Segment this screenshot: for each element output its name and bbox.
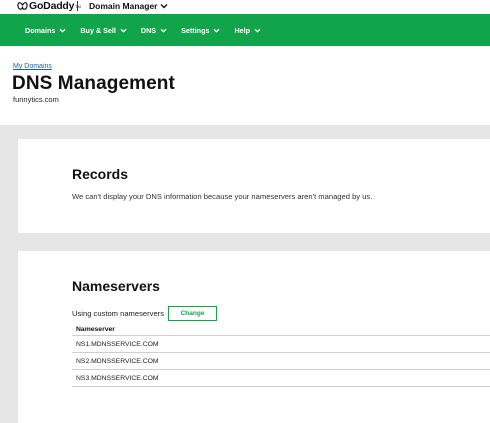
- nav-item-buy-sell[interactable]: Buy & Sell: [80, 26, 127, 35]
- nav-item-label: DNS: [140, 25, 157, 35]
- chevron-down-icon: [254, 28, 261, 33]
- nameserver-status-text: Using custom nameservers: [72, 308, 165, 318]
- chevron-down-icon: [59, 28, 66, 33]
- nameserver-table: Nameserver NS1.MDNSSERVICE.COM NS2.MDNSS…: [72, 323, 490, 387]
- nav-item-label: Buy & Sell: [80, 25, 116, 35]
- nav-item-dns[interactable]: DNS: [141, 26, 167, 35]
- nav-item-label: Help: [234, 25, 251, 35]
- chevron-down-icon: [160, 4, 167, 9]
- records-card: Records We can't display your DNS inform…: [18, 139, 490, 233]
- breadcrumb-my-domains[interactable]: My Domains: [13, 63, 52, 70]
- chevron-down-icon: [214, 28, 220, 33]
- godaddy-logo-icon: [17, 1, 28, 10]
- product-menu-label: Domain Manager: [89, 1, 158, 11]
- change-nameservers-button[interactable]: Change: [168, 305, 218, 321]
- domain-name: funnytics.com: [13, 95, 59, 104]
- chevron-down-icon: [160, 28, 167, 33]
- top-header: GoDaddy TM Domain Manager: [0, 0, 490, 14]
- godaddy-logo[interactable]: GoDaddy TM: [17, 0, 81, 13]
- table-row: NS2.MDNSSERVICE.COM: [72, 353, 490, 370]
- page-title: DNS Management: [12, 73, 175, 94]
- main-nav: Domains Buy & Sell DNS Settings Help: [0, 14, 490, 46]
- nav-item-help[interactable]: Help: [234, 26, 261, 35]
- header-divider: [77, 1, 78, 11]
- table-row: NS1.MDNSSERVICE.COM: [72, 336, 490, 353]
- table-row: NS3.MDNSSERVICE.COM: [72, 370, 490, 387]
- chevron-down-icon: [120, 28, 127, 33]
- nameservers-card: Nameservers Using custom nameservers Cha…: [18, 251, 490, 423]
- logo-text: GoDaddy: [29, 0, 75, 12]
- product-menu[interactable]: Domain Manager: [89, 0, 168, 12]
- nav-item-settings[interactable]: Settings: [181, 26, 220, 35]
- nameserver-status: Using custom nameservers Change: [72, 305, 218, 321]
- records-title: Records: [72, 166, 129, 182]
- nameserver-column-header: Nameserver: [72, 323, 490, 336]
- records-message: We can't display your DNS information be…: [72, 192, 373, 201]
- nav-item-domains[interactable]: Domains: [25, 26, 66, 35]
- nav-item-label: Domains: [25, 25, 56, 35]
- nameservers-title: Nameservers: [72, 278, 160, 294]
- nav-item-label: Settings: [181, 25, 210, 35]
